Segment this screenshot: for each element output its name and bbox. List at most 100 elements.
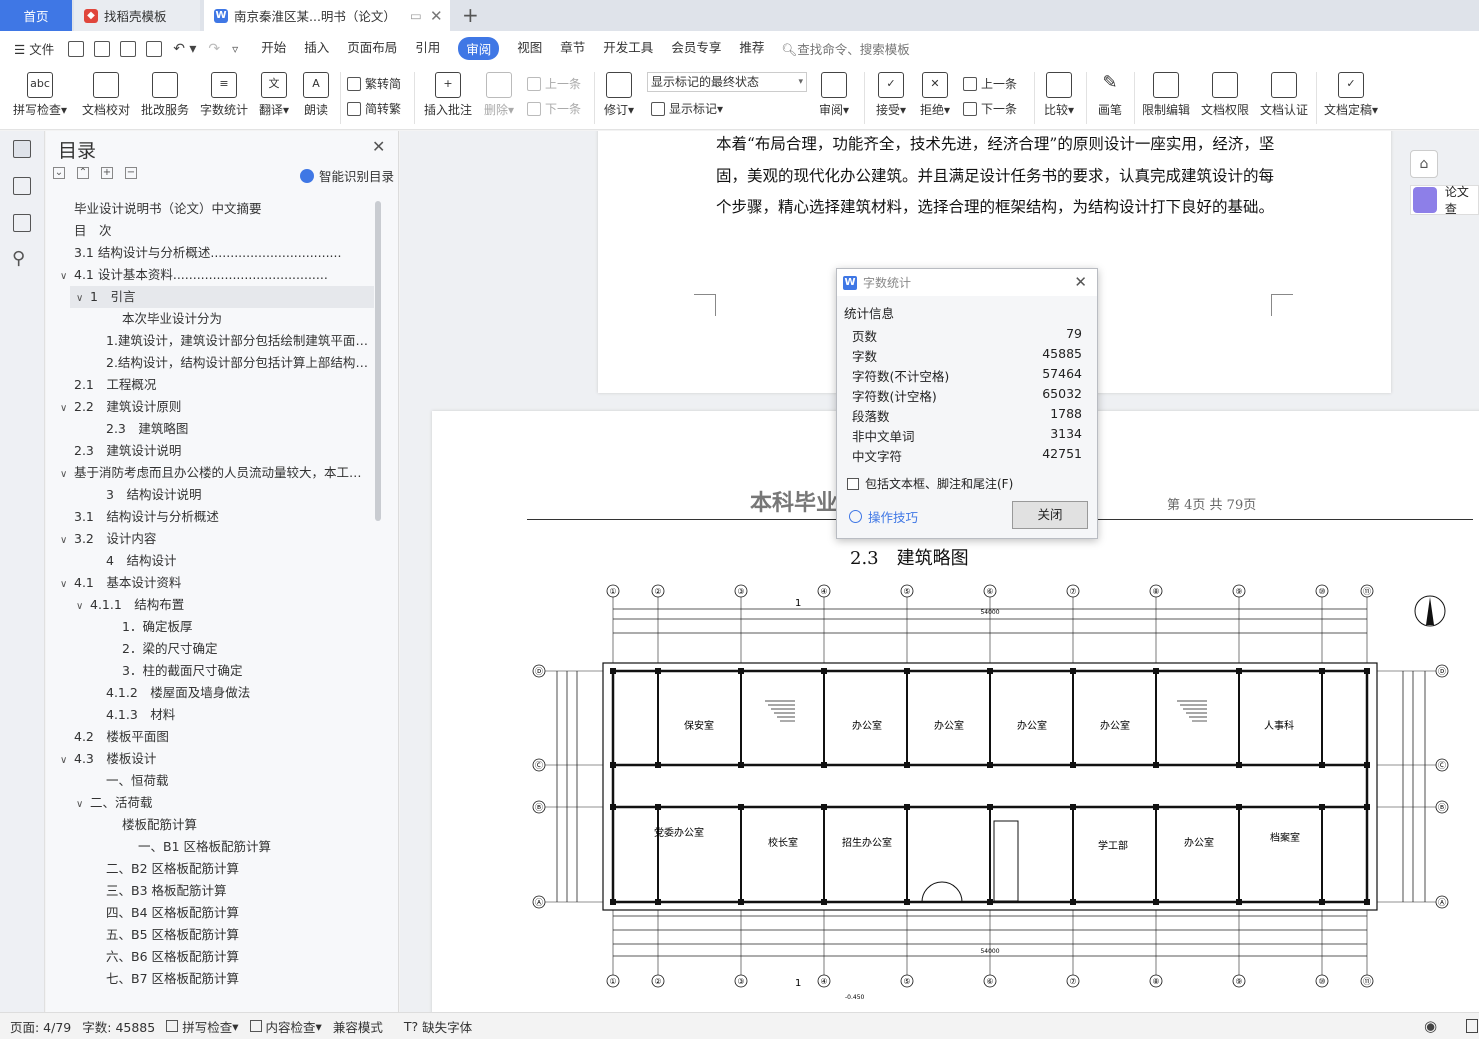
content-check-status[interactable]: 内容检查 ▾: [249, 1017, 322, 1036]
trad-to-simp-button[interactable]: 繁转简: [347, 75, 401, 92]
next-change-button[interactable]: 下一条: [963, 100, 1017, 117]
view-mode-icon[interactable]: [1466, 1019, 1478, 1033]
menu-item[interactable]: 推荐: [739, 37, 764, 60]
export-pdf-icon[interactable]: [94, 40, 111, 57]
toc-item[interactable]: 目 次: [46, 220, 370, 242]
page-indicator[interactable]: 页面: 4/79: [10, 1017, 71, 1036]
next-comment-button[interactable]: 下一条: [527, 100, 581, 117]
insert-comment-button[interactable]: + 插入批注: [422, 70, 474, 118]
toc-item[interactable]: 2.1 工程概况: [46, 374, 370, 396]
undo-icon[interactable]: ↶ ▾: [173, 41, 196, 57]
chevron-down-icon[interactable]: ∨: [60, 464, 74, 484]
tab-close-icon[interactable]: ✕: [430, 7, 443, 25]
review-pane-button[interactable]: 审阅▾: [815, 70, 853, 118]
toc-item[interactable]: 1．确定板厚: [46, 616, 370, 638]
toc-item[interactable]: 四、B4 区格板配筋计算: [46, 902, 370, 924]
menu-item[interactable]: 页面布局: [347, 37, 397, 60]
accept-button[interactable]: ✓ 接受▾: [872, 70, 910, 118]
paper-check-button[interactable]: 论文查: [1410, 185, 1479, 216]
show-markup-button[interactable]: 显示标记 ▾: [651, 100, 723, 117]
smart-toc-button[interactable]: 智能识别目录: [300, 166, 394, 185]
chapter-nav-icon[interactable]: [13, 177, 31, 195]
chevron-down-icon[interactable]: ∨: [76, 794, 90, 814]
toc-item[interactable]: ∨ 1 引言: [70, 286, 374, 308]
toc-item[interactable]: 一、恒荷载: [46, 770, 370, 792]
chevron-down-icon[interactable]: ∨: [76, 596, 90, 616]
document-permission-button[interactable]: 文档权限: [1199, 70, 1251, 118]
toc-item[interactable]: 2.3 建筑略图: [46, 418, 370, 440]
markup-state-select[interactable]: 显示标记的最终状态 ▾: [647, 72, 807, 92]
toc-item[interactable]: ∨ 4.1 基本设计资料: [46, 572, 370, 594]
menu-item[interactable]: 章节: [560, 37, 585, 60]
toc-item[interactable]: 4.1.3 材料: [46, 704, 370, 726]
compare-button[interactable]: 比较▾: [1040, 70, 1078, 118]
toc-item[interactable]: 五、B5 区格板配筋计算: [46, 924, 370, 946]
track-changes-button[interactable]: 修订▾: [600, 70, 638, 118]
toc-item[interactable]: ∨ 2.2 建筑设计原则: [46, 396, 370, 418]
bookmark-icon[interactable]: [13, 214, 31, 232]
batch-service-button[interactable]: 批改服务: [139, 70, 191, 118]
collapse-all-icon[interactable]: ⌄: [53, 167, 65, 179]
print-preview-icon[interactable]: [146, 40, 163, 57]
menu-item[interactable]: 开始: [261, 37, 286, 60]
toc-panel-icon[interactable]: [13, 140, 31, 158]
toc-item[interactable]: ∨ 基于消防考虑而且办公楼的人员流动量较大，本工程…: [46, 462, 370, 484]
file-menu[interactable]: ☰ 文件: [14, 39, 54, 58]
menu-item[interactable]: 视图: [517, 37, 542, 60]
toc-item[interactable]: 二、B2 区格板配筋计算: [46, 858, 370, 880]
tips-link[interactable]: 操作技巧: [849, 507, 918, 526]
toc-item[interactable]: 3.1 结构设计与分析概述...........................…: [46, 242, 370, 264]
print-icon[interactable]: [120, 40, 137, 57]
toc-scrollbar[interactable]: [375, 201, 381, 521]
toc-item[interactable]: 2．梁的尺寸确定: [46, 638, 370, 660]
toc-item[interactable]: 4.1.2 楼屋面及墙身做法: [46, 682, 370, 704]
tab-home[interactable]: 首页: [0, 0, 72, 31]
toc-item[interactable]: ∨ 二、活荷载: [46, 792, 370, 814]
close-icon[interactable]: ✕: [1074, 273, 1087, 291]
menu-item[interactable]: 引用: [415, 37, 440, 60]
pen-button[interactable]: ✎ 画笔: [1092, 70, 1128, 118]
toc-item[interactable]: 3．柱的截面尺寸确定: [46, 660, 370, 682]
menu-item[interactable]: 会员专享: [671, 37, 721, 60]
document-certify-button[interactable]: 文档认证: [1258, 70, 1310, 118]
close-button[interactable]: 关闭: [1012, 501, 1088, 529]
toc-item[interactable]: 毕业设计说明书（论文）中文摘要: [46, 198, 370, 220]
toc-item[interactable]: 2.3 建筑设计说明: [46, 440, 370, 462]
toc-item[interactable]: 3.1 结构设计与分析概述: [46, 506, 370, 528]
search-icon[interactable]: ⚲: [12, 248, 25, 269]
tab-template[interactable]: ◆ 找稻壳模板: [74, 0, 200, 31]
toc-item[interactable]: 1.建筑设计，建筑设计部分包括绘制建筑平面图、…: [46, 330, 370, 352]
chevron-down-icon[interactable]: ∨: [60, 266, 74, 286]
prev-comment-button[interactable]: 上一条: [527, 75, 581, 92]
read-aloud-button[interactable]: A 朗读: [300, 70, 332, 118]
command-search[interactable]: 🔍︎查找命令、搜索模板: [781, 39, 909, 58]
menu-item[interactable]: 开发工具: [603, 37, 653, 60]
simp-to-trad-button[interactable]: 简转繁: [347, 100, 401, 117]
spell-check-button[interactable]: abc 拼写检查▾: [10, 70, 70, 118]
add-heading-icon[interactable]: +: [101, 167, 113, 179]
finalize-document-button[interactable]: ✓ 文档定稿▾: [1321, 70, 1381, 118]
toc-item[interactable]: ∨ 4.1.1 结构布置: [46, 594, 370, 616]
chevron-down-icon[interactable]: ∨: [60, 750, 74, 770]
expand-up-icon[interactable]: ⌃: [77, 167, 89, 179]
menu-item[interactable]: 审阅: [458, 37, 500, 60]
close-icon[interactable]: ✕: [372, 137, 385, 156]
prev-change-button[interactable]: 上一条: [963, 75, 1017, 92]
toc-item[interactable]: 本次毕业设计分为: [46, 308, 370, 330]
spell-check-status[interactable]: 拼写检查 ▾: [166, 1017, 239, 1036]
include-textbox-checkbox[interactable]: 包括文本框、脚注和尾注(F): [847, 475, 1013, 492]
new-tab-icon[interactable]: +: [462, 3, 479, 27]
tab-document[interactable]: W 南京秦淮区某...明书（论文） ▭ ✕: [204, 0, 450, 31]
chevron-down-icon[interactable]: ∨: [60, 398, 74, 418]
toc-item[interactable]: ∨ 4.3 楼板设计: [46, 748, 370, 770]
toc-item[interactable]: 3 结构设计说明: [46, 484, 370, 506]
dialog-titlebar[interactable]: W 字数统计 ✕: [837, 269, 1097, 296]
delete-comment-button[interactable]: 删除▾: [480, 70, 518, 118]
save-icon[interactable]: [68, 40, 85, 57]
eye-protection-icon[interactable]: ◉: [1424, 1017, 1437, 1035]
chevron-down-icon[interactable]: ∨: [76, 288, 90, 308]
collapse-pane-icon[interactable]: ⌂: [1410, 150, 1438, 178]
reject-button[interactable]: ✕ 拒绝▾: [916, 70, 954, 118]
toc-item[interactable]: 2.结构设计，结构设计部分包括计算上部结构、楼…: [46, 352, 370, 374]
toc-item[interactable]: 4.2 楼板平面图: [46, 726, 370, 748]
